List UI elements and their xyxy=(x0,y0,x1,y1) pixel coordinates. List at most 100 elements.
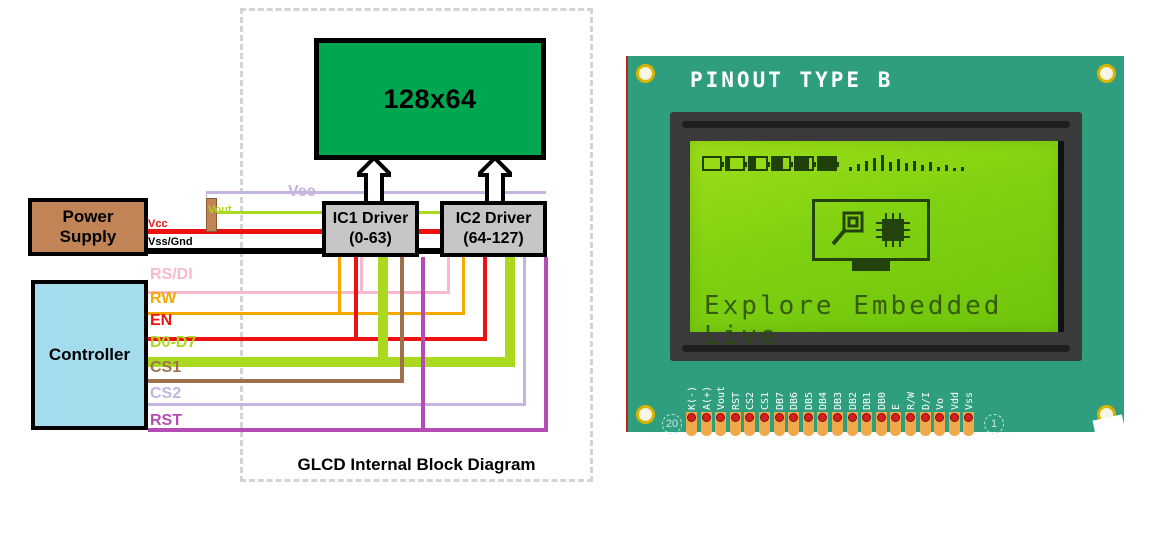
pin-pad xyxy=(716,413,726,422)
pin-rw[interactable] xyxy=(905,412,916,436)
signal-bar-14 xyxy=(961,167,964,171)
mounting-hole-top-right xyxy=(1097,64,1116,83)
pin-label-db1: DB1 xyxy=(862,391,874,410)
pin-db7[interactable] xyxy=(773,412,785,436)
label-vout: Vout xyxy=(208,204,232,216)
ic1-driver-range: (0-63) xyxy=(349,230,392,247)
battery-fill xyxy=(819,158,835,169)
wire-rst-to-ic1 xyxy=(421,257,425,432)
label-rst: RST xyxy=(150,412,182,429)
pin-vss[interactable] xyxy=(963,412,975,436)
pin-label-db7: DB7 xyxy=(774,391,786,410)
pin-vout[interactable] xyxy=(715,412,727,436)
lcd-status-bar xyxy=(702,155,966,171)
wire-d0d7-horizontal xyxy=(148,357,515,367)
pin-label-rst: RST xyxy=(730,391,742,410)
pin-label-db0: DB0 xyxy=(876,391,888,410)
pin-cs1[interactable] xyxy=(759,412,770,436)
pin-pad xyxy=(847,413,857,422)
wire-rw-to-ic1 xyxy=(338,257,341,315)
pin-db3[interactable] xyxy=(832,412,843,436)
lcd-monitor-icon xyxy=(812,199,930,271)
pin-number-20: 20 xyxy=(662,414,682,434)
battery-indicator-5 xyxy=(817,156,839,171)
battery-indicator-2 xyxy=(748,156,770,171)
label-cs1: CS1 xyxy=(150,359,182,376)
pin-pad xyxy=(760,413,769,422)
pin-db6[interactable] xyxy=(788,412,800,436)
pin-pad xyxy=(687,413,696,422)
pin-pad xyxy=(906,413,915,422)
signal-bar-2 xyxy=(865,161,868,171)
signal-bar-7 xyxy=(905,163,908,171)
pin-label-di: D/I xyxy=(920,391,932,410)
signal-bar-5 xyxy=(889,162,892,171)
pin-label-rw: R/W xyxy=(906,391,917,410)
diagram-caption: GLCD Internal Block Diagram xyxy=(297,455,536,474)
glcd-display-block: 128x64 xyxy=(314,38,546,160)
pin-db1[interactable] xyxy=(861,412,873,436)
battery-indicator-1 xyxy=(725,156,747,171)
pin-pad xyxy=(818,413,828,422)
diagram-canvas: 128x64 IC1 Driver (0-63) IC2 Driver (64-… xyxy=(0,0,1151,539)
pin-pad xyxy=(876,413,886,422)
pin-label-vss: Vss xyxy=(964,391,976,410)
wire-rsdi-to-ic1 xyxy=(360,257,363,294)
mounting-hole-top-left xyxy=(636,64,655,83)
label-rw: RW xyxy=(150,290,177,307)
pin-pad xyxy=(891,413,901,422)
pin-cs2[interactable] xyxy=(744,412,756,436)
pin-db0[interactable] xyxy=(875,412,887,436)
pin-vdd[interactable] xyxy=(948,412,960,436)
magnifier-icon xyxy=(831,211,864,246)
ic2-driver-block: IC2 Driver (64-127) xyxy=(440,201,547,257)
label-d0d7: D0-D7 xyxy=(150,334,197,351)
pin-rst[interactable] xyxy=(729,412,741,436)
lcd-message-text: Explore Embedded Live xyxy=(704,291,1003,351)
ic2-to-display-arrow xyxy=(478,158,512,203)
pin-pad xyxy=(949,413,959,422)
label-vee: Vee xyxy=(288,183,316,200)
pin-k[interactable] xyxy=(686,412,697,436)
pin-db2[interactable] xyxy=(846,412,858,436)
ic2-driver-name: IC2 Driver xyxy=(455,210,532,227)
battery-indicator-4 xyxy=(794,156,816,171)
pinout-type-title: PINOUT TYPE B xyxy=(690,68,894,92)
pin-label-db6: DB6 xyxy=(789,391,801,410)
pin-number-1: 1 xyxy=(984,414,1004,434)
pin-db4[interactable] xyxy=(817,412,829,436)
signal-bar-3 xyxy=(873,158,876,171)
signal-bar-11 xyxy=(937,167,940,171)
ic1-driver-name: IC1 Driver xyxy=(332,210,409,227)
pin-pad xyxy=(833,413,842,422)
pin-pad xyxy=(730,413,740,422)
pin-vo[interactable] xyxy=(934,412,946,436)
pin-di[interactable] xyxy=(919,412,931,436)
controller-label: Controller xyxy=(48,345,131,364)
pin-pad xyxy=(803,413,813,422)
battery-fill xyxy=(750,158,757,169)
signal-bar-13 xyxy=(953,168,956,171)
pin-pad xyxy=(745,413,755,422)
battery-indicator-3 xyxy=(771,156,793,171)
signal-bar-10 xyxy=(929,162,932,171)
ic1-to-display-arrow xyxy=(357,158,391,203)
power-supply-label-line1: Power xyxy=(62,206,114,226)
pin-label-db4: DB4 xyxy=(818,391,830,410)
ic1-driver-block: IC1 Driver (0-63) xyxy=(322,201,419,257)
wire-rst-to-ic2 xyxy=(544,257,548,432)
battery-fill xyxy=(796,158,809,169)
pin-e[interactable] xyxy=(890,412,902,436)
pin-a[interactable] xyxy=(700,412,712,436)
pin-db5[interactable] xyxy=(802,412,814,436)
controller-block: Controller xyxy=(31,280,148,430)
pin-pad xyxy=(935,413,945,422)
signal-bar-9 xyxy=(921,165,924,171)
pin-label-k: K(-) xyxy=(687,385,698,410)
battery-fill xyxy=(727,158,731,169)
lcd-edge-shadow xyxy=(1058,141,1064,332)
wire-cs2-to-ic2 xyxy=(523,257,526,406)
mounting-hole-bottom-left xyxy=(636,405,655,424)
pin-label-db2: DB2 xyxy=(847,391,859,410)
pin-pad xyxy=(789,413,799,422)
